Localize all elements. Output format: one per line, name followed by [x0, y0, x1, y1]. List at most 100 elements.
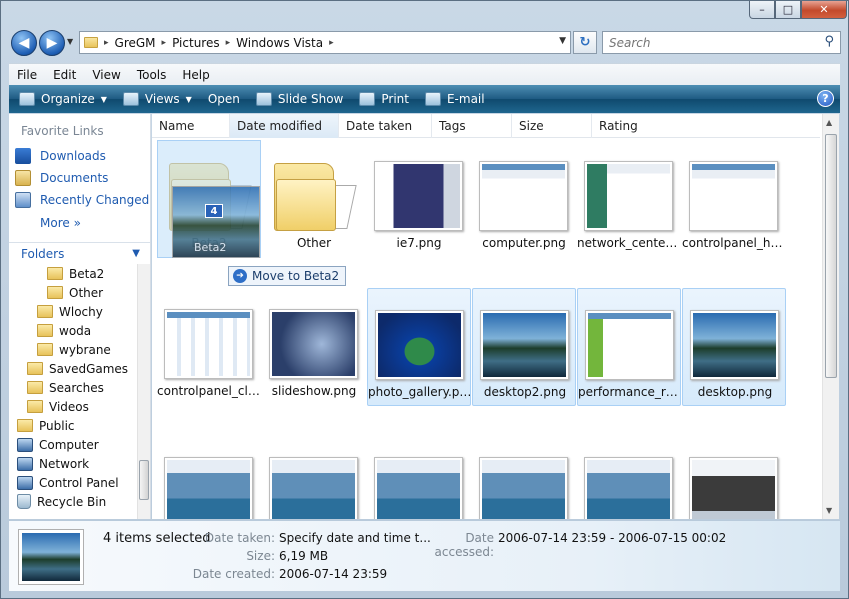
search-input[interactable]	[609, 35, 809, 50]
control-panel-icon	[17, 475, 33, 490]
folders-header[interactable]: Folders ▼	[9, 242, 150, 264]
file-item[interactable]	[682, 436, 786, 519]
file-item[interactable]: computer.png	[472, 140, 576, 258]
file-item[interactable]: desktop.png	[682, 288, 786, 406]
tree-item[interactable]: woda	[37, 321, 91, 340]
tree-item[interactable]: Other	[47, 283, 103, 302]
tree-item[interactable]: wybrane	[37, 340, 111, 359]
tree-item[interactable]: Wlochy	[37, 302, 103, 321]
image-thumbnail	[585, 310, 674, 380]
file-name-label: network_center....	[577, 236, 681, 250]
file-item[interactable]: slideshow.png	[262, 288, 366, 406]
search-icon[interactable]: ⚲	[824, 34, 834, 49]
folders-title: Folders	[21, 246, 65, 261]
menu-help[interactable]: Help	[174, 68, 217, 82]
more-link[interactable]: More »	[40, 216, 81, 230]
recent-pages-dropdown[interactable]: ▼	[67, 37, 73, 46]
menu-view[interactable]: View	[84, 68, 128, 82]
breadcrumb-windows-vista[interactable]: Windows Vista	[236, 36, 323, 50]
file-item[interactable]	[262, 436, 366, 519]
tree-item[interactable]: Computer	[17, 435, 99, 454]
tree-item[interactable]: Searches	[27, 378, 104, 397]
file-item[interactable]	[577, 436, 681, 519]
open-button[interactable]: Open	[208, 92, 240, 106]
search-box[interactable]: ⚲	[602, 31, 841, 54]
close-button[interactable]: ✕	[801, 1, 847, 19]
file-item[interactable]: ie7.png	[367, 140, 471, 258]
image-thumbnail	[164, 457, 253, 519]
file-item[interactable]	[157, 436, 261, 519]
content-scrollbar[interactable]: ▲ ▼	[822, 114, 839, 519]
details-pane: 4 items selected Date taken: Specify dat…	[9, 520, 840, 591]
file-item[interactable]: desktop2.png	[472, 288, 576, 406]
favorite-link-documents[interactable]: Documents	[15, 170, 108, 186]
refresh-button[interactable]: ↻	[573, 31, 597, 54]
column-header-size[interactable]: Size	[512, 114, 592, 138]
back-button[interactable]: ◀	[11, 30, 37, 56]
column-header-date-taken[interactable]: Date taken	[339, 114, 432, 138]
tree-item[interactable]: Public	[17, 416, 75, 435]
slideshow-button[interactable]: Slide Show	[255, 92, 343, 106]
file-name-label: desktop2.png	[483, 385, 567, 399]
printer-icon	[359, 92, 376, 106]
date-taken-label: Date taken:	[204, 531, 275, 545]
breadcrumb-separator[interactable]: ▸	[329, 38, 334, 48]
file-item[interactable]: photo_gallery.png	[367, 288, 472, 406]
print-button[interactable]: Print	[359, 92, 409, 106]
favorite-link-downloads[interactable]: Downloads	[15, 148, 106, 164]
image-thumbnail	[164, 309, 253, 379]
menu-tools[interactable]: Tools	[129, 68, 175, 82]
nav-scrollbar[interactable]	[137, 264, 150, 519]
tree-item[interactable]: SavedGames	[27, 359, 128, 378]
views-button[interactable]: Views ▼	[122, 92, 192, 106]
column-header-name[interactable]: Name	[152, 114, 230, 138]
breadcrumb-separator[interactable]: ▸	[104, 38, 109, 48]
breadcrumb-pictures[interactable]: Pictures	[172, 36, 220, 50]
folder-item[interactable]: Other	[262, 140, 366, 258]
move-arrow-icon: ➔	[233, 269, 247, 283]
column-header-tags[interactable]: Tags	[432, 114, 512, 138]
tree-item[interactable]: Beta2	[47, 264, 104, 283]
network-icon	[17, 456, 33, 471]
folder-icon	[27, 400, 43, 413]
file-item[interactable]: network_center....	[577, 140, 681, 258]
tree-item-label: Videos	[49, 399, 89, 414]
chevron-down-icon[interactable]: ▼	[559, 36, 566, 46]
explorer-window: – □ ✕ ◀ ▶ ▼ ▸ GreGM ▸ Pictures ▸ Windows…	[0, 0, 849, 599]
column-header-date-modified[interactable]: Date modified	[230, 114, 339, 138]
tree-item[interactable]: Network	[17, 454, 89, 473]
file-item[interactable]: controlpanel_ho...	[682, 140, 786, 258]
date-accessed-label: Date accessed:	[434, 531, 494, 559]
forward-button[interactable]: ▶	[39, 30, 65, 56]
column-header-rating[interactable]: Rating	[592, 114, 692, 138]
help-button[interactable]: ?	[817, 90, 834, 107]
organize-button[interactable]: Organize ▼	[19, 92, 107, 106]
tree-item-label: Computer	[39, 437, 99, 452]
scroll-down-icon[interactable]: ▼	[826, 506, 832, 515]
menu-edit[interactable]: Edit	[45, 68, 84, 82]
views-icon	[122, 92, 139, 106]
email-button[interactable]: E-mail	[424, 92, 485, 106]
maximize-button[interactable]: □	[775, 1, 801, 19]
scroll-up-icon[interactable]: ▲	[826, 118, 832, 127]
tree-item[interactable]: Videos	[27, 397, 89, 416]
menu-file[interactable]: File	[9, 68, 45, 82]
breadcrumb-separator[interactable]: ▸	[226, 38, 231, 48]
file-item[interactable]: controlpanel_cla...	[157, 288, 261, 406]
scrollbar-thumb[interactable]	[825, 134, 837, 378]
favorite-link-label: Documents	[40, 171, 109, 185]
file-item[interactable]	[367, 436, 471, 519]
breadcrumb-separator[interactable]: ▸	[162, 38, 167, 48]
breadcrumb-gregm[interactable]: GreGM	[115, 36, 156, 50]
favorite-link-recently-changed[interactable]: Recently Changed	[15, 192, 149, 208]
file-item[interactable]: performance_rat...	[577, 288, 682, 406]
tree-item[interactable]: Control Panel	[17, 473, 119, 492]
tree-item[interactable]: Recycle Bin	[17, 492, 106, 511]
more-label: More	[40, 216, 70, 230]
scrollbar-thumb[interactable]	[139, 460, 149, 500]
image-thumbnail	[584, 457, 673, 519]
file-item[interactable]	[472, 436, 576, 519]
recycle-bin-icon	[17, 494, 31, 509]
minimize-button[interactable]: –	[749, 1, 775, 19]
address-bar[interactable]: ▸ GreGM ▸ Pictures ▸ Windows Vista ▸ ▼	[79, 31, 571, 54]
